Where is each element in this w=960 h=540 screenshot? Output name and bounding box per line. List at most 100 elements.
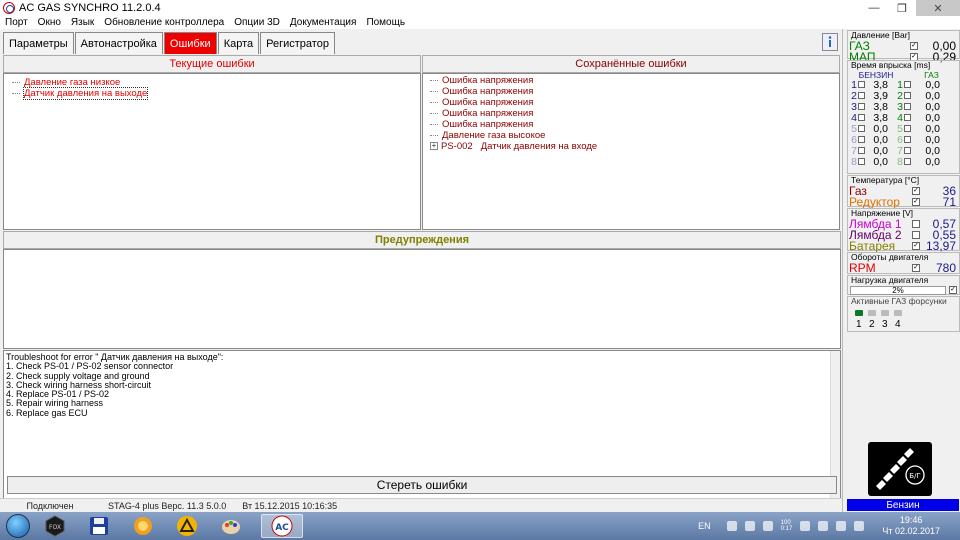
- list-item[interactable]: Ошибка напряжения: [430, 86, 839, 97]
- menu-controller-update[interactable]: Обновление контроллера: [99, 17, 229, 28]
- injection-row: 2 3,9 2 0,0: [848, 90, 959, 102]
- hexagon-app-icon: FOX: [45, 515, 65, 537]
- window-title: AC GAS SYNCHRO 11.2.0.4: [19, 2, 161, 14]
- petrol-cylinder-checkbox[interactable]: [858, 125, 865, 132]
- voltage-battery-label: Батарея: [849, 238, 896, 253]
- voltage-lambda2-checkbox[interactable]: [912, 230, 920, 239]
- petrol-cylinder-checkbox[interactable]: [858, 158, 865, 165]
- taskbar-app-icon[interactable]: [85, 514, 113, 538]
- voltage-battery-checkbox[interactable]: ✓: [912, 241, 920, 250]
- gas-cylinder-checkbox[interactable]: [904, 136, 911, 143]
- temp-reducer-checkbox[interactable]: ✓: [912, 197, 920, 206]
- gas-cylinder-checkbox[interactable]: [904, 147, 911, 154]
- svg-text:FOX: FOX: [49, 524, 61, 531]
- list-item[interactable]: Датчик давления на выходе: [12, 87, 420, 100]
- menu-help[interactable]: Помощь: [361, 17, 410, 28]
- tab-map[interactable]: Карта: [217, 32, 260, 54]
- gas-cylinder-checkbox[interactable]: [904, 103, 911, 110]
- title-bar: AC GAS SYNCHRO 11.2.0.4 — ❐ ✕: [0, 0, 960, 16]
- menu-documentation[interactable]: Документация: [285, 17, 362, 28]
- petrol-cylinder-checkbox[interactable]: [858, 147, 865, 154]
- temp-reducer-label: Редуктор: [849, 194, 900, 209]
- menu-port[interactable]: Порт: [0, 17, 33, 28]
- main-area: Параметры Автонастройка Ошибки Карта Рег…: [0, 29, 842, 512]
- voltage-lambda1-checkbox[interactable]: [912, 219, 920, 228]
- tray-icon[interactable]: [800, 521, 811, 531]
- petrol-cylinder-checkbox[interactable]: [858, 103, 865, 110]
- temp-gas-checkbox[interactable]: ✓: [912, 186, 920, 195]
- menu-window[interactable]: Окно: [33, 17, 66, 28]
- clear-errors-button[interactable]: Стереть ошибки: [7, 476, 837, 494]
- expandable-list-item[interactable]: + PS-002 Датчик давления на входе: [430, 141, 839, 152]
- tab-autocalibration[interactable]: Автонастройка: [74, 32, 163, 54]
- help-button[interactable]: [822, 33, 838, 51]
- maximize-button[interactable]: ❐: [888, 0, 916, 16]
- taskbar-app-icon[interactable]: [217, 514, 245, 538]
- load-checkbox[interactable]: ✓: [949, 286, 957, 294]
- taskbar-app-icon[interactable]: AC: [261, 514, 303, 538]
- info-icon: [828, 36, 832, 47]
- petrol-cylinder-checkbox[interactable]: [858, 92, 865, 99]
- tray-icon[interactable]: [726, 521, 737, 531]
- load-group: Нагрузка двигателя 2% ✓: [847, 275, 960, 295]
- volume-icon[interactable]: [854, 521, 865, 531]
- menu-options-3d[interactable]: Опции 3D: [229, 17, 285, 28]
- list-item[interactable]: Давление газа высокое: [430, 130, 839, 141]
- list-item[interactable]: Ошибка напряжения: [430, 108, 839, 119]
- tray-icon[interactable]: [818, 521, 829, 531]
- tab-parameters[interactable]: Параметры: [3, 32, 74, 54]
- pressure-gas-checkbox[interactable]: ✓: [910, 41, 918, 50]
- tab-errors[interactable]: Ошибки: [163, 32, 217, 54]
- minimize-button[interactable]: —: [860, 0, 888, 16]
- expand-icon[interactable]: +: [430, 142, 438, 151]
- warnings-panel: [3, 249, 841, 349]
- floppy-disk-icon: [90, 517, 108, 535]
- petrol-cylinder-checkbox[interactable]: [858, 136, 865, 143]
- triangle-app-icon: [177, 516, 197, 536]
- gas-cylinder-checkbox[interactable]: [904, 125, 911, 132]
- troubleshoot-line: 4. Replace PS-01 / PS-02: [6, 389, 110, 400]
- tray-icon[interactable]: [836, 521, 847, 531]
- taskbar-app-icon[interactable]: [129, 514, 157, 538]
- troubleshoot-line: 3. Check wiring harness short-circuit: [6, 379, 152, 390]
- tab-recorder[interactable]: Регистратор: [260, 32, 335, 54]
- controller-version: STAG-4 plus Верс. 11.3 5.0.0: [108, 500, 227, 511]
- gas-cylinder-checkbox[interactable]: [904, 158, 911, 165]
- tray-icon[interactable]: [762, 521, 773, 531]
- close-button[interactable]: ✕: [916, 0, 960, 16]
- temperature-group: Температура [°C] Газ ✓ 36 Редуктор ✓ 71: [847, 175, 960, 209]
- rpm-checkbox[interactable]: ✓: [912, 263, 920, 272]
- injector-icons: [848, 309, 959, 319]
- language-indicator[interactable]: EN: [698, 521, 711, 531]
- current-errors-list: Давление газа низкое Датчик давления на …: [3, 73, 421, 230]
- taskbar-app-icon[interactable]: [173, 514, 201, 538]
- warnings-header: Предупреждения: [3, 231, 841, 249]
- clock-date: Чт 02.02.2017: [882, 526, 940, 536]
- petrol-cylinder-checkbox[interactable]: [858, 114, 865, 121]
- taskbar-app-icon[interactable]: FOX: [41, 514, 69, 538]
- switch-label: Б/Г: [909, 472, 920, 480]
- tray-icon[interactable]: [744, 521, 755, 531]
- saved-errors-list: Ошибка напряжения Ошибка напряжения Ошиб…: [422, 73, 840, 230]
- taskbar: FOX AC EN 100 0:17 19:46 Чт 02.02.2017: [0, 512, 960, 540]
- injector-icon: [855, 310, 902, 316]
- petrol-cylinder-checkbox[interactable]: [858, 81, 865, 88]
- list-item[interactable]: Ошибка напряжения: [430, 97, 839, 108]
- injection-row: 5 0,0 5 0,0: [848, 123, 959, 135]
- app-logo-icon: [3, 2, 15, 14]
- gas-petrol-switch-widget[interactable]: Б/Г: [868, 442, 932, 496]
- gas-cylinder-checkbox[interactable]: [904, 92, 911, 99]
- gas-cylinder-checkbox[interactable]: [904, 81, 911, 88]
- menu-language[interactable]: Язык: [66, 17, 99, 28]
- injector-number: 2: [869, 319, 875, 330]
- list-item[interactable]: Ошибка напряжения: [430, 119, 839, 130]
- status-bar: Подключен STAG-4 plus Верс. 11.3 5.0.0 В…: [0, 498, 842, 512]
- list-item[interactable]: Ошибка напряжения: [430, 75, 839, 86]
- load-title: Нагрузка двигателя: [851, 275, 929, 285]
- clock[interactable]: 19:46 Чт 02.02.2017: [882, 515, 940, 537]
- list-item[interactable]: Давление газа низкое: [12, 77, 420, 88]
- network-indicator[interactable]: 100 0:17: [781, 520, 793, 532]
- start-button[interactable]: [6, 514, 30, 538]
- gas-cylinder-checkbox[interactable]: [904, 114, 911, 121]
- voltage-battery-value: 13,97: [925, 238, 956, 253]
